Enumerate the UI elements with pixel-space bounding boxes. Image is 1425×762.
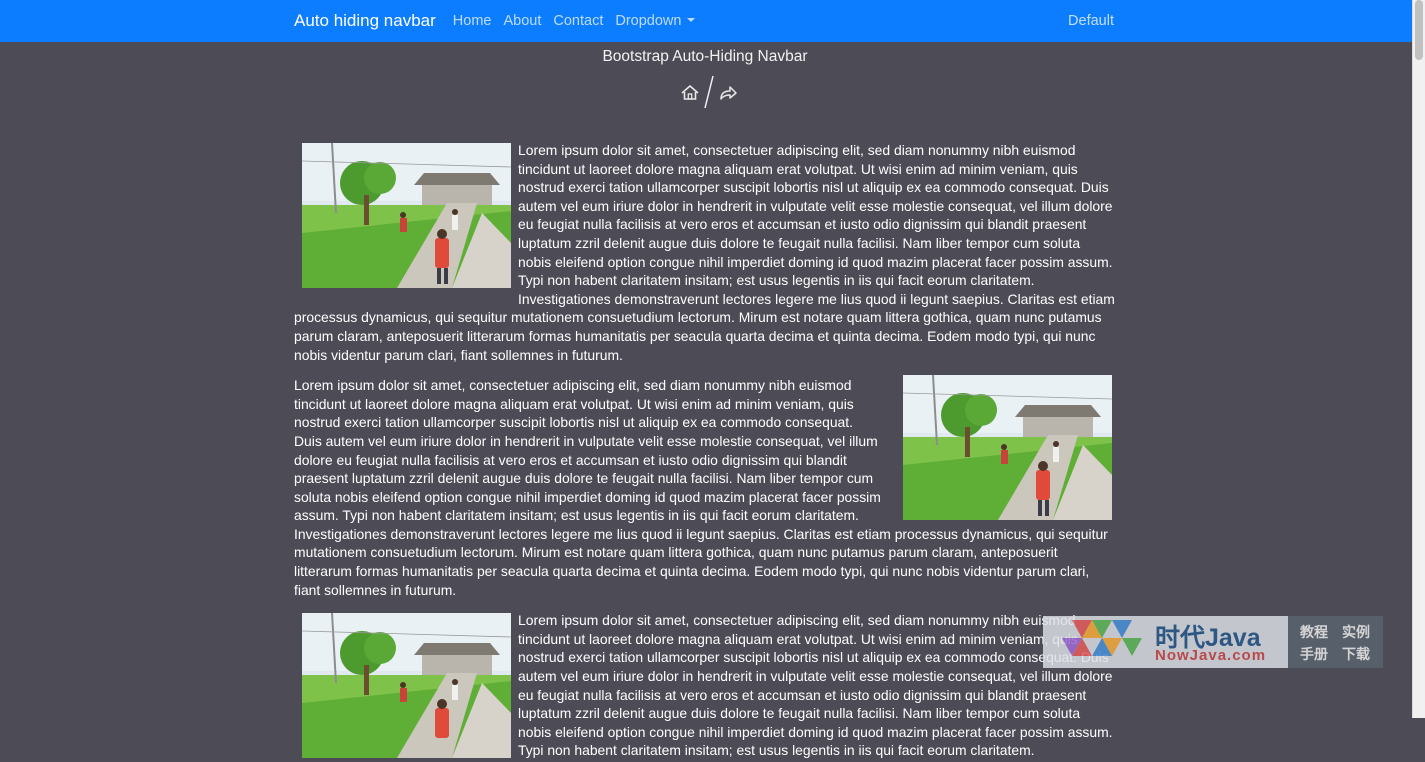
navbar-inner: Auto hiding navbar Home About Contact Dr… xyxy=(294,0,1114,42)
paragraph-3-text: Lorem ipsum dolor sit amet, consectetuer… xyxy=(518,612,1113,759)
village-road-image xyxy=(302,613,511,759)
watermark-links: 教程 实例 手册 下载 xyxy=(1288,616,1383,668)
content-paragraph-3: Lorem ipsum dolor sit amet, consectetuer… xyxy=(294,611,1116,760)
village-road-image xyxy=(302,143,511,288)
breadcrumb xyxy=(294,72,1116,112)
illustration-image xyxy=(302,613,511,759)
watermark-main: 时代Java NowJava.com xyxy=(1043,616,1288,668)
nav-link-default[interactable]: Default xyxy=(1068,13,1114,29)
scrollbar-thumb[interactable] xyxy=(1415,0,1423,60)
village-road-image xyxy=(903,375,1112,521)
nav-dropdown-toggle[interactable]: Dropdown xyxy=(615,13,696,29)
navbar-brand[interactable]: Auto hiding navbar xyxy=(294,11,436,31)
chevron-down-icon xyxy=(687,18,696,22)
watermark-link-manual[interactable]: 手册 xyxy=(1300,644,1340,664)
nav-link-home[interactable]: Home xyxy=(453,13,492,29)
navbar: Auto hiding navbar Home About Contact Dr… xyxy=(0,0,1413,42)
watermark-link-tutorial[interactable]: 教程 xyxy=(1300,622,1340,642)
content-paragraph-1: Lorem ipsum dolor sit amet, consectetuer… xyxy=(294,141,1116,364)
nav-link-about[interactable]: About xyxy=(503,13,541,29)
home-icon[interactable] xyxy=(681,85,699,100)
watermark-banner[interactable]: 时代Java NowJava.com 教程 实例 手册 下载 xyxy=(1043,616,1383,668)
watermark-subtitle: NowJava.com xyxy=(1155,647,1267,664)
main-content: Bootstrap Auto-Hiding Navbar Lorem ipsum… xyxy=(294,42,1116,762)
nav-link-contact[interactable]: Contact xyxy=(553,13,603,29)
page-title: Bootstrap Auto-Hiding Navbar xyxy=(602,48,808,65)
content-paragraph-2: Lorem ipsum dolor sit amet, consectetuer… xyxy=(294,375,1116,599)
illustration-image xyxy=(302,143,511,288)
watermark-link-examples[interactable]: 实例 xyxy=(1342,622,1382,642)
watermark-logo xyxy=(1062,620,1142,656)
nav-dropdown-label: Dropdown xyxy=(615,13,682,29)
share-icon[interactable] xyxy=(720,86,737,100)
breadcrumb-separator xyxy=(704,75,714,109)
watermark-link-download[interactable]: 下载 xyxy=(1342,644,1382,664)
illustration-image xyxy=(903,375,1112,521)
breadcrumb-graphic xyxy=(681,75,737,109)
vertical-scrollbar[interactable] xyxy=(1412,0,1425,718)
